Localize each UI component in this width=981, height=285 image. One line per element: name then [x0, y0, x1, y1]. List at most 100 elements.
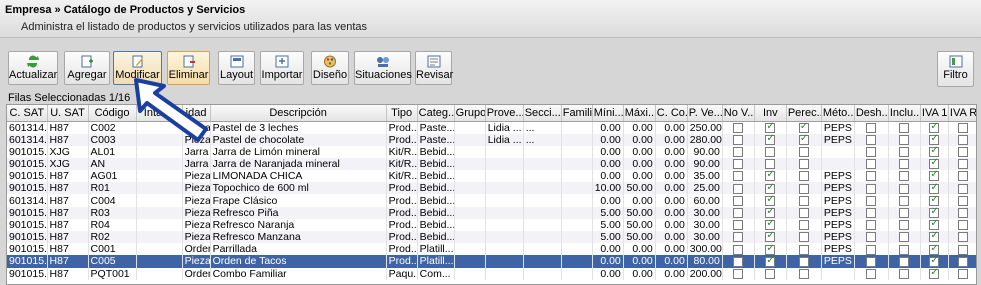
table-cell[interactable]: PEPS — [821, 194, 855, 207]
table-cell[interactable]: 250.00 — [687, 121, 723, 134]
checkbox-cell[interactable] — [722, 255, 755, 268]
table-cell[interactable]: 60.00 — [687, 194, 723, 207]
checkbox[interactable] — [798, 159, 809, 170]
checkbox[interactable] — [733, 220, 744, 231]
checkbox-cell[interactable] — [888, 170, 921, 183]
column-header[interactable]: No V... — [722, 105, 755, 122]
table-cell[interactable] — [485, 170, 524, 183]
table-cell[interactable] — [561, 157, 593, 171]
checkbox-cell[interactable] — [754, 231, 787, 244]
table-cell[interactable]: Prod... — [386, 218, 418, 231]
column-header[interactable]: IVA 16 — [920, 105, 949, 122]
table-cell[interactable]: Bebid... — [417, 206, 455, 219]
table-cell[interactable]: 0.00 — [623, 121, 656, 134]
table-cell[interactable]: 0.00 — [623, 194, 656, 207]
checkbox[interactable] — [765, 170, 776, 182]
table-cell[interactable]: Kit/R... — [386, 157, 418, 171]
table-cell[interactable]: PEPS — [821, 182, 855, 195]
table-cell[interactable]: Refresco Naranja — [210, 218, 387, 231]
checkbox[interactable] — [929, 182, 940, 194]
table-cell[interactable] — [561, 206, 593, 219]
importar-button[interactable]: Importar — [260, 51, 304, 85]
table-cell[interactable] — [561, 170, 593, 183]
checkbox[interactable] — [733, 147, 744, 157]
table-cell[interactable]: PEPS — [821, 133, 855, 146]
table-cell[interactable]: Kit/R... — [386, 170, 418, 183]
table-cell[interactable] — [561, 231, 593, 244]
table-cell[interactable]: 0.00 — [655, 133, 688, 146]
table-cell[interactable] — [561, 255, 593, 268]
checkbox[interactable] — [733, 134, 744, 145]
table-cell[interactable]: Frape Clásico — [210, 194, 387, 207]
checkbox-cell[interactable] — [888, 145, 921, 158]
table-cell[interactable]: 200.00 — [687, 267, 723, 280]
checkbox[interactable] — [798, 147, 809, 157]
checkbox-cell[interactable] — [854, 218, 889, 231]
checkbox-cell[interactable] — [888, 206, 921, 219]
checkbox-cell[interactable] — [722, 121, 755, 134]
checkbox-cell[interactable] — [854, 170, 889, 183]
table-cell[interactable] — [523, 267, 562, 280]
table-cell[interactable]: 901015... — [7, 145, 48, 158]
checkbox-cell[interactable] — [920, 145, 949, 158]
table-cell[interactable] — [136, 157, 183, 171]
table-cell[interactable] — [454, 145, 486, 158]
table-cell[interactable]: 901015... — [7, 243, 48, 256]
checkbox-cell[interactable] — [786, 231, 822, 244]
table-cell[interactable]: 0.00 — [655, 121, 688, 134]
table-cell[interactable]: Pastel de chocolate — [210, 133, 387, 146]
table-cell[interactable]: Pieza — [182, 255, 211, 268]
table-cell[interactable] — [523, 206, 562, 219]
checkbox-cell[interactable] — [920, 231, 949, 244]
checkbox[interactable] — [929, 231, 940, 243]
table-cell[interactable]: XJG — [47, 145, 89, 158]
table-cell[interactable]: PEPS — [821, 218, 855, 231]
checkbox-cell[interactable] — [948, 206, 976, 219]
table-cell[interactable]: Bebid... — [417, 218, 455, 231]
table-cell[interactable]: 0.00 — [655, 206, 688, 219]
table-cell[interactable]: 0.00 — [655, 267, 688, 280]
checkbox-cell[interactable] — [786, 157, 822, 171]
table-cell[interactable] — [454, 133, 486, 146]
checkbox-cell[interactable] — [854, 194, 889, 207]
table-cell[interactable] — [136, 206, 183, 219]
table-cell[interactable]: Pastel de 3 leches — [210, 121, 387, 134]
table-cell[interactable]: Pieza — [182, 170, 211, 183]
table-cell[interactable]: Combo Familiar — [210, 267, 387, 280]
checkbox[interactable] — [765, 219, 776, 231]
table-cell[interactable]: 901015... — [7, 218, 48, 231]
table-cell[interactable]: AG01 — [88, 170, 137, 183]
checkbox-cell[interactable] — [722, 231, 755, 244]
checkbox-cell[interactable] — [854, 157, 889, 171]
checkbox-cell[interactable] — [888, 157, 921, 171]
checkbox-cell[interactable] — [754, 121, 787, 134]
checkbox-cell[interactable] — [722, 218, 755, 231]
table-cell[interactable] — [561, 145, 593, 158]
table-cell[interactable]: LIMONADA CHICA — [210, 170, 387, 183]
table-cell[interactable]: XJG — [47, 157, 89, 171]
table-cell[interactable]: 0.00 — [655, 170, 688, 183]
checkbox[interactable] — [765, 194, 776, 206]
checkbox-cell[interactable] — [722, 267, 755, 280]
checkbox-cell[interactable] — [920, 157, 949, 171]
checkbox-cell[interactable] — [754, 255, 787, 268]
table-cell[interactable] — [523, 157, 562, 171]
table-cell[interactable]: PEPS — [821, 255, 855, 268]
table-cell[interactable]: C001 — [88, 243, 137, 256]
checkbox-cell[interactable] — [754, 243, 787, 256]
table-cell[interactable]: 280.00 — [687, 133, 723, 146]
checkbox[interactable] — [899, 268, 910, 279]
table-cell[interactable]: 0.00 — [592, 243, 624, 256]
checkbox[interactable] — [899, 195, 910, 206]
table-cell[interactable]: Lidia ... — [485, 133, 524, 146]
checkbox[interactable] — [899, 147, 910, 157]
revisar-button[interactable]: Revisar — [415, 51, 453, 85]
column-header[interactable]: C. Co... — [655, 105, 688, 122]
table-cell[interactable] — [136, 145, 183, 158]
checkbox[interactable] — [957, 207, 968, 218]
checkbox-cell[interactable] — [948, 255, 976, 268]
checkbox[interactable] — [899, 122, 910, 133]
checkbox-cell[interactable] — [786, 206, 822, 219]
table-cell[interactable]: Orden — [182, 243, 211, 256]
checkbox[interactable] — [765, 255, 776, 267]
